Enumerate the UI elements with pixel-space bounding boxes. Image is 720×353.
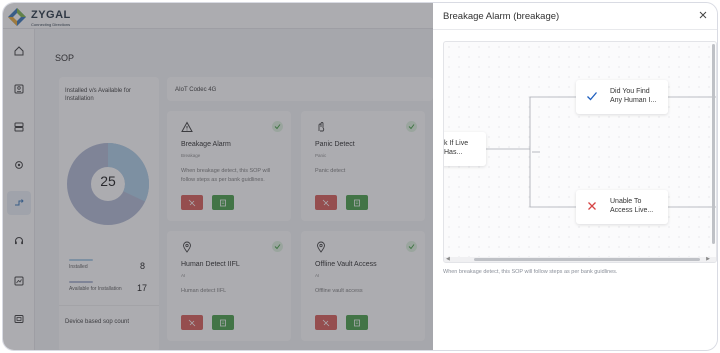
horizontal-scrollbar[interactable] (474, 258, 700, 261)
checkmark-icon (587, 92, 597, 101)
vertical-scrollbar[interactable] (712, 44, 715, 244)
app-window: ZYGAL Connecting Directions SOP Installe… (2, 2, 718, 351)
flow-node-check-live[interactable]: k If Live Has... (444, 132, 486, 166)
sop-detail-drawer: Breakage Alarm (breakage) k If Live Has.… (433, 3, 717, 350)
cross-icon (588, 202, 596, 210)
scroll-left-icon[interactable]: ◀ (446, 256, 450, 262)
drawer-title: Breakage Alarm (breakage) (443, 11, 560, 22)
close-icon (699, 11, 707, 19)
node-label: Unable To Access Live... (610, 198, 654, 215)
flow-node-access-failed[interactable]: Unable To Access Live... (576, 190, 668, 224)
close-button[interactable] (697, 9, 709, 21)
node-label: Did You Find Any Human I... (610, 88, 657, 105)
flow-node-human-found[interactable]: Did You Find Any Human I... (576, 80, 668, 114)
node-label: k If Live Has... (444, 140, 469, 157)
sop-flow-canvas[interactable]: k If Live Has... Did You Find Any Human … (443, 41, 717, 263)
divider (433, 29, 717, 30)
sop-description: When breakage detect, this SOP will foll… (443, 269, 618, 275)
scroll-right-icon[interactable]: ▶ (706, 256, 710, 262)
modal-backdrop[interactable] (3, 3, 433, 350)
